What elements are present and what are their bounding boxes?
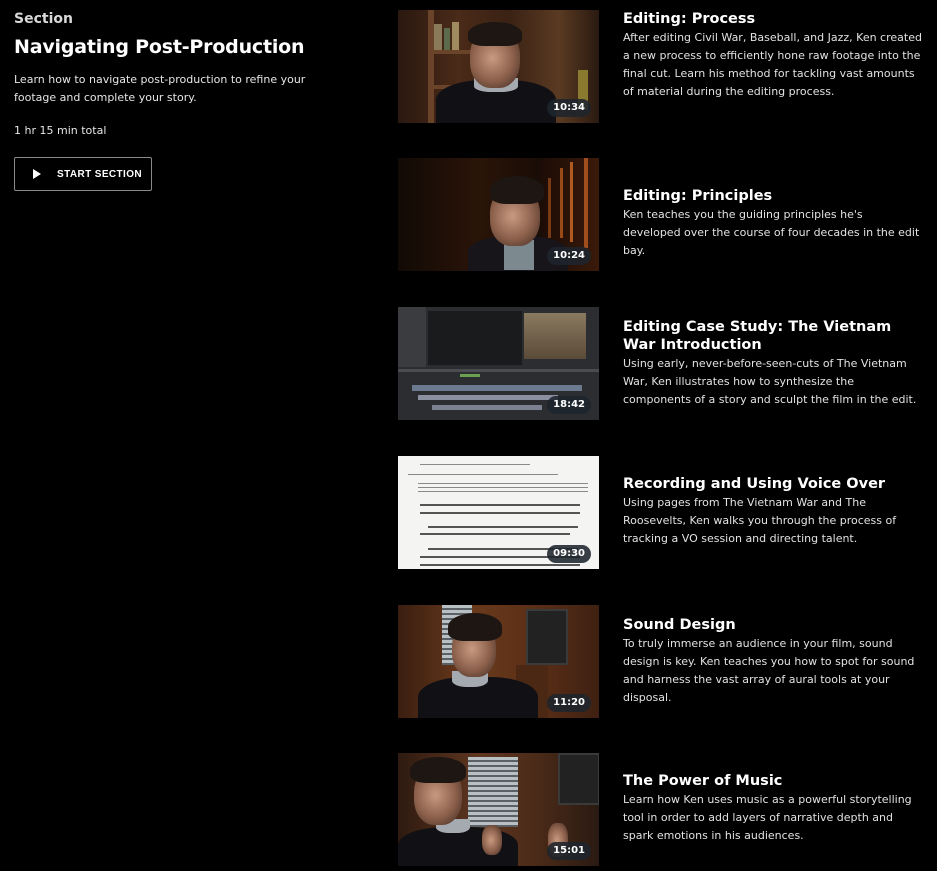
lesson-description: After editing Civil War, Baseball, and J… (623, 31, 922, 98)
lesson-duration: 15:01 (547, 842, 591, 860)
lesson-title[interactable]: Recording and Using Voice Over (623, 475, 923, 493)
lesson-text: Editing: Process After editing Civil War… (623, 10, 923, 101)
lesson-thumbnail[interactable]: 15:01 (398, 753, 599, 866)
lesson-text: Recording and Using Voice Over Using pag… (623, 475, 923, 548)
lesson-item[interactable]: 15:01 The Power of Music Learn how Ken u… (398, 753, 928, 866)
lesson-title[interactable]: Sound Design (623, 616, 923, 634)
section-label: Section (14, 11, 73, 27)
lesson-title[interactable]: Editing Case Study: The Vietnam War Intr… (623, 318, 923, 354)
section-total-duration: 1 hr 15 min total (14, 124, 107, 137)
lesson-thumbnail[interactable]: 18:42 (398, 307, 599, 420)
lesson-description: Ken teaches you the guiding principles h… (623, 208, 920, 257)
section-description: Learn how to navigate post-production to… (14, 73, 306, 104)
play-icon (33, 169, 41, 179)
lesson-description: Using early, never-before-seen-cuts of T… (623, 357, 917, 406)
lesson-description: To truly immerse an audience in your fil… (623, 637, 915, 704)
lesson-thumbnail[interactable]: 10:24 (398, 158, 599, 271)
lesson-thumbnail[interactable]: 11:20 (398, 605, 599, 718)
lesson-text: Sound Design To truly immerse an audienc… (623, 616, 923, 707)
lesson-title[interactable]: The Power of Music (623, 772, 923, 790)
lesson-thumbnail[interactable]: 10:34 (398, 10, 599, 123)
lesson-duration: 18:42 (547, 396, 591, 414)
lesson-duration: 11:20 (547, 694, 591, 712)
section-info: Section Navigating Post-Production Learn… (14, 10, 334, 191)
lesson-duration: 10:24 (547, 247, 591, 265)
section-page: Section Navigating Post-Production Learn… (0, 0, 937, 871)
lesson-thumbnail[interactable]: 09:30 (398, 456, 599, 569)
section-title: Navigating Post-Production (14, 36, 305, 58)
lesson-text: Editing: Principles Ken teaches you the … (623, 187, 923, 260)
lesson-title[interactable]: Editing: Process (623, 10, 923, 28)
start-section-label: START SECTION (57, 168, 143, 180)
lesson-item[interactable]: 11:20 Sound Design To truly immerse an a… (398, 605, 928, 718)
lesson-text: Editing Case Study: The Vietnam War Intr… (623, 318, 923, 409)
lesson-duration: 10:34 (547, 99, 591, 117)
lesson-item[interactable]: 10:34 Editing: Process After editing Civ… (398, 10, 928, 123)
lesson-text: The Power of Music Learn how Ken uses mu… (623, 772, 923, 845)
lesson-duration: 09:30 (547, 545, 591, 563)
lesson-title[interactable]: Editing: Principles (623, 187, 923, 205)
lesson-item[interactable]: 09:30 Recording and Using Voice Over Usi… (398, 456, 928, 569)
lesson-description: Using pages from The Vietnam War and The… (623, 496, 897, 545)
lesson-item[interactable]: 10:24 Editing: Principles Ken teaches yo… (398, 158, 928, 271)
lesson-item[interactable]: 18:42 Editing Case Study: The Vietnam Wa… (398, 307, 928, 420)
start-section-button[interactable]: START SECTION (14, 157, 152, 191)
lesson-description: Learn how Ken uses music as a powerful s… (623, 793, 912, 842)
